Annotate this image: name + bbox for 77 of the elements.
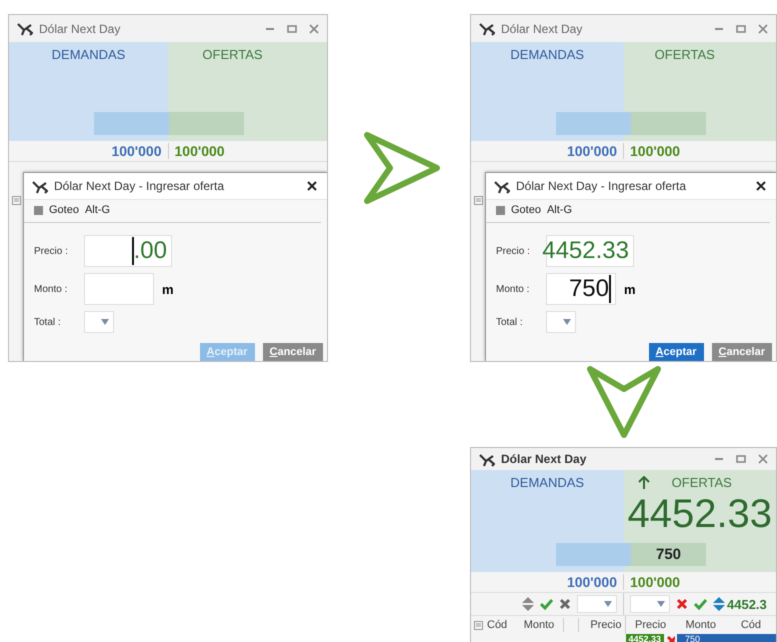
goteo-label: Goteo (49, 204, 79, 216)
dialog-title: Dólar Next Day - Ingresar oferta (516, 179, 688, 193)
offer-total: 100'000 (174, 143, 226, 159)
column-header[interactable]: Monto (676, 619, 726, 631)
plane-logo-icon (494, 178, 510, 194)
field-label: Total : (34, 316, 62, 328)
shortcut-label: Alt-G (546, 204, 572, 216)
dropdown-arrow-icon (563, 319, 571, 325)
field-label: Total : (496, 316, 524, 328)
column-header[interactable]: Cód (726, 619, 776, 631)
dropdown-arrow-icon (101, 319, 109, 325)
plane-logo-icon (479, 21, 495, 36)
check-icon[interactable] (694, 598, 707, 610)
close-icon[interactable] (756, 181, 766, 191)
dropdown-field[interactable] (577, 595, 617, 613)
plane-logo-icon (479, 452, 495, 466)
chevron-right-arrow-icon (362, 130, 442, 206)
offer-price: 4452.3 (727, 596, 767, 612)
offer-label: OFERTAS (672, 475, 732, 490)
check-icon[interactable] (540, 598, 553, 610)
price-field[interactable]: .00 (84, 235, 172, 267)
demand-total: 100'000 (9, 143, 168, 159)
column-menu-icon (12, 196, 20, 205)
amount-field[interactable] (84, 273, 154, 305)
x-icon[interactable] (666, 634, 676, 642)
dropdown-arrow-icon (657, 601, 665, 607)
goteo-checkbox[interactable] (496, 206, 505, 214)
total-dropdown[interactable] (546, 311, 576, 333)
amount-cell: 750 (677, 634, 776, 642)
column-header[interactable]: Cód (487, 619, 515, 631)
maximize-icon[interactable] (287, 24, 297, 34)
demand-label: DEMANDAS (52, 47, 126, 62)
field-label: Precio : (496, 246, 531, 256)
x-icon[interactable] (676, 598, 688, 610)
up-arrow-icon (638, 476, 650, 490)
chevron-down-arrow-icon (586, 364, 662, 438)
dropdown-arrow-icon (604, 601, 612, 607)
offer-label: OFERTAS (202, 47, 263, 62)
total-dropdown[interactable] (84, 311, 114, 333)
up-down-arrows-icon[interactable] (713, 597, 725, 611)
column-menu-icon (474, 196, 482, 205)
maximize-icon[interactable] (736, 24, 746, 34)
dropdown-field[interactable] (630, 595, 670, 613)
window-title: Dólar Next Day (501, 452, 588, 466)
offer-price: 4452.33 (627, 492, 772, 536)
accept-button[interactable]: Aceptar (648, 343, 704, 361)
offer-label: OFERTAS (654, 47, 715, 62)
close-icon[interactable] (307, 181, 317, 191)
plane-logo-icon (32, 178, 48, 194)
goteo-label: Goteo (511, 204, 541, 216)
plane-logo-icon (17, 21, 33, 36)
maximize-icon[interactable] (736, 454, 746, 464)
column-header[interactable]: Monto (519, 619, 559, 631)
window-title: Dólar Next Day (501, 22, 584, 36)
field-label: Monto : (34, 284, 68, 294)
column-header[interactable]: Precio (583, 619, 624, 631)
amount-field[interactable]: 750 (546, 273, 616, 305)
shortcut-label: Alt-G (84, 204, 110, 216)
field-label: Precio : (34, 246, 69, 256)
price-cell: 4452.33 (626, 634, 664, 642)
offer-total: 100'000 (629, 143, 682, 159)
x-icon[interactable] (559, 598, 571, 610)
column-header[interactable]: Precio (626, 619, 676, 631)
demand-label: DEMANDAS (510, 475, 584, 490)
column-menu-icon (474, 620, 483, 630)
offer-total: 100'000 (629, 574, 682, 590)
demand-total: 100'000 (471, 143, 624, 159)
field-label: Monto : (496, 284, 530, 294)
demand-total: 100'000 (471, 574, 624, 590)
unit-label: m (624, 282, 636, 296)
unit-label: m (162, 282, 174, 296)
window-title: Dólar Next Day (39, 22, 122, 36)
up-down-arrows-icon[interactable] (522, 597, 534, 611)
dialog-title: Dólar Next Day - Ingresar oferta (54, 179, 226, 193)
offer-amount: 750 (656, 546, 682, 563)
demand-label: DEMANDAS (510, 47, 584, 62)
goteo-checkbox[interactable] (34, 206, 43, 214)
